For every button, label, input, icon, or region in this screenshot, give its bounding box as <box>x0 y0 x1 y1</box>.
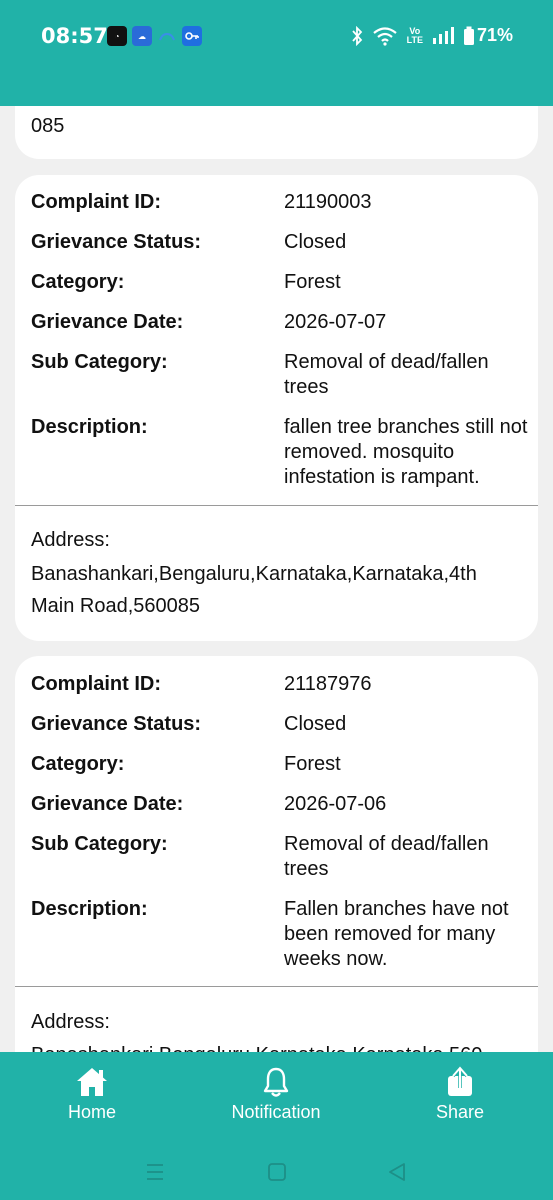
status-value: Closed <box>284 231 347 253</box>
complaint-id-value: 21190003 <box>284 191 372 213</box>
address-value: Banashankari,Bengaluru,Karnataka,Karnata… <box>31 1039 521 1052</box>
address-value: Banashankari,Bengaluru,Karnataka,Karnata… <box>31 563 477 617</box>
status-bar: 08:57 ◔ ☁ Vo LTE 71% <box>0 0 553 106</box>
sub-category-value: Removal of dead/fallen trees <box>284 351 489 398</box>
system-icons: Vo LTE 71% <box>351 25 513 46</box>
complaints-list[interactable]: 085 Complaint ID: 21190003 Grievance Sta… <box>0 106 553 1052</box>
category-label: Category: <box>31 753 125 775</box>
complaint-id-value: 21187976 <box>284 673 372 695</box>
nav-share-label: Share <box>435 1102 485 1122</box>
description-label: Description: <box>31 416 148 438</box>
address-value: 085 <box>31 115 65 137</box>
category-label: Category: <box>31 271 125 293</box>
battery-icon <box>463 26 474 45</box>
app-notification-icon <box>157 26 177 46</box>
volte-bottom: LTE <box>406 34 423 45</box>
nav-share[interactable]: Share <box>430 1066 490 1123</box>
bluetooth-icon <box>351 25 362 46</box>
date-label: Grievance Date: <box>31 311 184 333</box>
date-value: 2026-07-07 <box>284 311 387 333</box>
sub-category-value: Removal of dead/fallen trees <box>284 833 489 880</box>
address-label: Address: <box>31 529 110 551</box>
volte-icon: Vo LTE <box>406 26 423 45</box>
divider <box>15 505 538 506</box>
sub-category-label: Sub Category: <box>31 833 168 855</box>
home-button[interactable] <box>266 1160 288 1184</box>
description-value: fallen tree branches still not removed. … <box>284 416 528 488</box>
complaint-card[interactable]: Complaint ID: 21187976 Grievance Status:… <box>15 656 538 1052</box>
divider <box>15 986 538 987</box>
wifi-icon <box>372 26 397 46</box>
address-label: Address: <box>31 1011 110 1033</box>
battery-indicator: 71% <box>463 25 513 46</box>
category-value: Forest <box>284 753 341 775</box>
key-icon <box>182 26 202 46</box>
description-label: Description: <box>31 898 148 920</box>
description-value: Fallen branches have not been removed fo… <box>284 898 509 970</box>
nav-home-label: Home <box>67 1102 116 1122</box>
status-label: Grievance Status: <box>31 231 202 253</box>
system-navigation <box>0 1150 553 1194</box>
nav-notification[interactable]: Notification <box>221 1066 331 1123</box>
battery-percent: 71% <box>476 25 513 45</box>
sub-category-label: Sub Category: <box>31 351 168 373</box>
status-label: Grievance Status: <box>31 713 202 735</box>
app-notification-icon: ◔ <box>107 26 127 46</box>
date-value: 2026-07-06 <box>284 793 387 815</box>
complaint-card[interactable]: Complaint ID: 21190003 Grievance Status:… <box>15 175 538 641</box>
notification-icons: ◔ ☁ <box>107 26 202 46</box>
clock: 08:57 <box>41 24 108 48</box>
nav-home[interactable]: Home <box>62 1066 122 1123</box>
complaint-card: 085 <box>15 106 538 159</box>
complaint-id-label: Complaint ID: <box>31 191 161 213</box>
home-icon <box>77 1068 107 1096</box>
app-notification-icon: ☁ <box>132 26 152 46</box>
nav-notification-label: Notification <box>231 1102 321 1122</box>
signal-icon <box>432 26 454 44</box>
back-button[interactable] <box>386 1160 408 1184</box>
date-label: Grievance Date: <box>31 793 184 815</box>
complaint-id-label: Complaint ID: <box>31 673 161 695</box>
bell-icon <box>263 1067 289 1097</box>
recents-button[interactable] <box>145 1160 165 1184</box>
share-icon <box>448 1066 472 1096</box>
status-value: Closed <box>284 713 347 735</box>
category-value: Forest <box>284 271 341 293</box>
